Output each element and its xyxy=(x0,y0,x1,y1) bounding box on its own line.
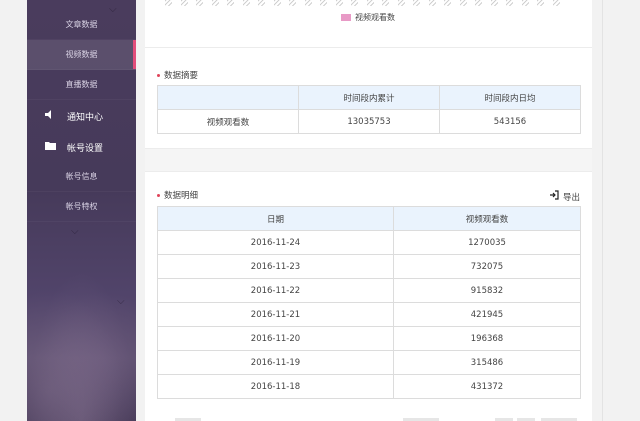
x-axis-tick-label xyxy=(320,0,327,6)
column-header-date[interactable]: 日期 xyxy=(157,206,394,231)
section-gap xyxy=(145,148,592,172)
sidebar-item-account-settings[interactable]: 帐号设置 xyxy=(27,132,136,162)
views-cell: 431372 xyxy=(393,374,581,399)
detail-title-text: 数据明细 xyxy=(164,191,199,201)
summary-daily-average-value: 543156 xyxy=(439,109,581,134)
legend-swatch xyxy=(341,14,351,21)
views-cell: 315486 xyxy=(393,350,581,375)
x-axis-tick-label xyxy=(211,0,219,6)
date-cell: 2016-11-24 xyxy=(157,230,394,255)
x-axis-tick-label xyxy=(366,0,374,6)
x-axis-tick-label xyxy=(537,0,544,6)
x-axis-tick-label xyxy=(304,0,312,6)
detail-section-title: 数据明细 xyxy=(157,189,198,201)
x-axis-tick-label xyxy=(413,0,420,6)
views-cell: 915832 xyxy=(393,278,581,303)
export-icon xyxy=(549,190,559,203)
x-axis-tick-label xyxy=(180,0,188,6)
summary-title-text: 数据摘要 xyxy=(164,71,199,81)
date-cell: 2016-11-22 xyxy=(157,278,394,303)
page-right-border xyxy=(602,0,603,421)
table-row: 2016-11-18 431372 xyxy=(157,374,581,399)
section-dot-icon xyxy=(157,73,160,77)
views-cell: 421945 xyxy=(393,302,581,327)
x-axis-tick-label xyxy=(397,0,405,6)
sidebar-item-account-privileges[interactable]: 帐号特权 xyxy=(27,192,136,222)
x-axis-tick-label xyxy=(459,0,467,6)
folder-icon xyxy=(45,141,59,153)
x-axis-tick-label xyxy=(289,0,296,6)
main-content: 视频观看数 数据摘要 时间段内累计 时间段内日均 视频观看数 13035753 … xyxy=(145,0,592,421)
sidebar-item-label: 帐号特权 xyxy=(65,202,98,211)
summary-header-cell: 时间段内累计 xyxy=(298,85,440,110)
date-cell: 2016-11-18 xyxy=(157,374,394,399)
x-axis-tick-label xyxy=(444,0,451,6)
summary-table: 时间段内累计 时间段内日均 视频观看数 13035753 543156 xyxy=(157,85,581,134)
date-cell: 2016-11-19 xyxy=(157,350,394,375)
summary-row-label: 视频观看数 xyxy=(157,109,299,134)
export-button[interactable]: 导出 xyxy=(549,190,580,203)
x-axis-tick-label xyxy=(521,0,529,6)
sidebar-heading-label: 通知中心 xyxy=(67,112,104,123)
summary-section-title: 数据摘要 xyxy=(157,69,198,81)
summary-header-row: 时间段内累计 时间段内日均 xyxy=(157,85,581,110)
sidebar: ⌵ ⌵ ⌵ 文章数据 视频数据 直播数据 通知中心 帐号设置 帐号信息 帐号特权 xyxy=(27,0,136,421)
sidebar-item-label: 帐号信息 xyxy=(65,172,98,181)
x-axis-tick-label xyxy=(242,0,250,6)
bird-decoration: ⌵ xyxy=(71,226,79,237)
sidebar-item-account-info[interactable]: 帐号信息 xyxy=(27,162,136,192)
chart-x-axis-tick-labels xyxy=(165,0,565,6)
table-row: 2016-11-20 196368 xyxy=(157,326,581,351)
sidebar-item-notification-center[interactable]: 通知中心 xyxy=(27,101,136,131)
views-cell: 732075 xyxy=(393,254,581,279)
sidebar-item-label: 文章数据 xyxy=(65,20,98,29)
detail-table: 日期 视频观看数 2016-11-24 1270035 2016-11-23 732… xyxy=(157,206,581,399)
sidebar-background-image xyxy=(27,271,136,421)
x-axis-tick-label xyxy=(196,0,203,6)
summary-row: 视频观看数 13035753 543156 xyxy=(157,109,581,134)
x-axis-tick-label xyxy=(428,0,436,6)
x-axis-tick-label xyxy=(351,0,358,6)
detail-header-row: 日期 视频观看数 xyxy=(157,206,581,231)
x-axis-tick-label xyxy=(490,0,498,6)
sidebar-item-video-data[interactable]: 视频数据 xyxy=(27,40,136,70)
date-cell: 2016-11-21 xyxy=(157,302,394,327)
table-row: 2016-11-24 1270035 xyxy=(157,230,581,255)
x-axis-tick-label xyxy=(165,0,172,6)
sidebar-heading-label: 帐号设置 xyxy=(67,143,104,154)
section-divider xyxy=(145,148,592,149)
sidebar-item-article-data[interactable]: 文章数据 xyxy=(27,10,136,40)
x-axis-tick-label xyxy=(273,0,281,6)
sidebar-item-label: 视频数据 xyxy=(65,50,98,59)
table-row: 2016-11-23 732075 xyxy=(157,254,581,279)
summary-total-value: 13035753 xyxy=(298,109,440,134)
x-axis-tick-label xyxy=(227,0,234,6)
section-dot-icon xyxy=(157,193,160,197)
sidebar-item-live-data[interactable]: 直播数据 xyxy=(27,70,136,100)
date-cell: 2016-11-23 xyxy=(157,254,394,279)
sidebar-item-label: 直播数据 xyxy=(65,80,98,89)
x-axis-tick-label xyxy=(506,0,513,6)
section-divider xyxy=(145,47,592,48)
x-axis-tick-label xyxy=(335,0,343,6)
table-row: 2016-11-21 421945 xyxy=(157,302,581,327)
export-label: 导出 xyxy=(562,192,580,203)
x-axis-tick-label xyxy=(382,0,389,6)
legend-label: 视频观看数 xyxy=(355,13,395,22)
views-cell: 1270035 xyxy=(393,230,581,255)
summary-header-cell: 时间段内日均 xyxy=(439,85,581,110)
x-axis-tick-label xyxy=(258,0,265,6)
date-cell: 2016-11-20 xyxy=(157,326,394,351)
x-axis-tick-label xyxy=(475,0,482,6)
summary-header-cell xyxy=(157,85,299,110)
chart-legend[interactable]: 视频观看数 xyxy=(341,12,395,23)
section-divider xyxy=(145,171,592,172)
table-row: 2016-11-22 915832 xyxy=(157,278,581,303)
table-row: 2016-11-19 315486 xyxy=(157,350,581,375)
bird-decoration: ⌵ xyxy=(117,296,125,307)
speaker-icon xyxy=(45,110,59,122)
column-header-views[interactable]: 视频观看数 xyxy=(393,206,581,231)
views-cell: 196368 xyxy=(393,326,581,351)
x-axis-tick-label xyxy=(552,0,560,6)
